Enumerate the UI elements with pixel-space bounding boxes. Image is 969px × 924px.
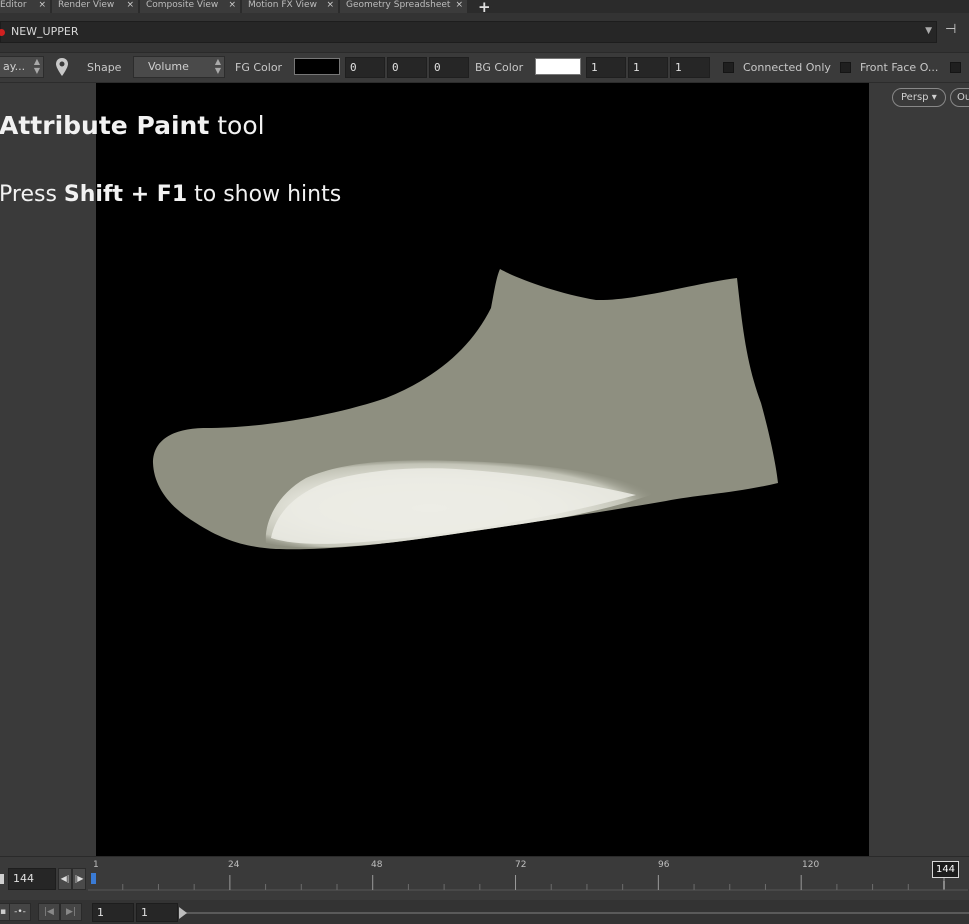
- hint-overlay: Press Shift + F1 to show hints: [0, 182, 341, 207]
- connected-only-checkbox[interactable]: [723, 62, 734, 73]
- tab-label: Editor: [0, 0, 27, 10]
- viewport-right-margin: [869, 83, 969, 856]
- mode-select[interactable]: ay... ▲ ▼: [0, 56, 44, 78]
- range-start-field[interactable]: 1: [92, 903, 134, 922]
- tab-motion-fx-view[interactable]: Motion FX View ×: [242, 0, 338, 13]
- path-bar: NEW_UPPER ▼ ⊣: [0, 13, 969, 53]
- current-frame-marker[interactable]: 144: [932, 861, 959, 878]
- tool-name-bold: Attribute Paint: [0, 111, 210, 140]
- tick-label: 24: [228, 860, 240, 870]
- front-face-checkbox[interactable]: [840, 62, 851, 73]
- node-flag-icon: [0, 29, 5, 36]
- mode-select-value: ay...: [3, 60, 26, 73]
- tab-render-view[interactable]: Render View ×: [52, 0, 138, 13]
- camera-menu-button[interactable]: Persp ▾: [892, 88, 946, 107]
- connected-only-label: Connected Only: [743, 61, 831, 74]
- spinner-icon: ▲ ▼: [214, 57, 221, 75]
- hint-prefix: Press: [0, 182, 64, 207]
- tab-label: Geometry Spreadsheet: [346, 0, 451, 10]
- bg-r-field[interactable]: 1: [586, 57, 626, 78]
- close-icon[interactable]: ×: [228, 0, 236, 10]
- fg-g-field[interactable]: 0: [387, 57, 427, 78]
- range-slider-track[interactable]: [180, 912, 969, 914]
- tick-label: 1: [93, 860, 99, 870]
- tool-name-overlay: Attribute Paint tool: [0, 111, 265, 140]
- playback-range-bar: ▪ -•- |◀ ▶| 1 1: [0, 900, 969, 924]
- close-icon[interactable]: ×: [326, 0, 334, 10]
- range-end-field[interactable]: 1: [136, 903, 178, 922]
- tick-label: 72: [515, 860, 527, 870]
- tick-label: 96: [658, 860, 670, 870]
- tab-label: Composite View: [146, 0, 219, 10]
- shape-select[interactable]: Volume ▲ ▼: [133, 56, 225, 78]
- tab-label: Motion FX View: [248, 0, 317, 10]
- front-face-label: Front Face O...: [860, 61, 939, 74]
- fg-color-label: FG Color: [235, 61, 283, 74]
- bg-b-field[interactable]: 1: [670, 57, 710, 78]
- chevron-down-icon: ▾: [931, 92, 937, 103]
- step-back-button[interactable]: ◀|: [58, 868, 72, 890]
- spinner-icon: ▲ ▼: [33, 57, 40, 75]
- minor-ticks: [122, 875, 945, 890]
- timeline-edge: [0, 874, 4, 884]
- tab-bar: Editor × Render View × Composite View × …: [0, 0, 969, 16]
- tab-editor[interactable]: Editor ×: [0, 0, 50, 13]
- tick-label: 48: [371, 860, 383, 870]
- shape-select-value: Volume: [148, 60, 189, 73]
- tool-options-bar: ay... ▲ ▼ Shape Volume ▲ ▼ FG Color 0 0 0 …: [0, 53, 969, 83]
- extra-checkbox[interactable]: [950, 62, 961, 73]
- path-field[interactable]: NEW_UPPER ▼: [0, 21, 937, 43]
- step-forward-button[interactable]: |▶: [72, 868, 86, 890]
- jump-start-button[interactable]: |◀: [38, 903, 60, 921]
- hint-shortcut: Shift + F1: [63, 182, 188, 207]
- bg-g-field[interactable]: 1: [628, 57, 668, 78]
- frame-ruler[interactable]: [88, 859, 968, 899]
- display-menu-label: Ou: [957, 92, 969, 103]
- fg-color-swatch[interactable]: [294, 58, 340, 75]
- bg-color-label: BG Color: [475, 61, 524, 74]
- fg-r-field[interactable]: 0: [345, 57, 385, 78]
- pin-icon[interactable]: ⊣: [945, 22, 967, 42]
- current-frame-field[interactable]: 144: [8, 868, 56, 890]
- tab-geometry-spreadsheet[interactable]: Geometry Spreadsheet ×: [340, 0, 467, 13]
- timeline: 144 ◀| |▶ 1 24 48 72 96 120 144: [0, 856, 969, 900]
- path-value: NEW_UPPER: [11, 25, 79, 38]
- hint-suffix: to show hints: [187, 182, 342, 207]
- range-slider-handle[interactable]: [179, 907, 187, 919]
- keyframe-toggle[interactable]: -•-: [9, 903, 31, 921]
- chevron-down-icon[interactable]: ▼: [925, 26, 932, 36]
- tab-label: Render View: [58, 0, 115, 10]
- frame-start-indicator: [91, 873, 96, 884]
- tool-name-suffix: tool: [209, 111, 265, 140]
- fg-b-field[interactable]: 0: [429, 57, 469, 78]
- close-icon[interactable]: ×: [455, 0, 463, 10]
- close-icon[interactable]: ×: [126, 0, 134, 10]
- location-pin-icon[interactable]: [55, 57, 69, 77]
- tab-composite-view[interactable]: Composite View ×: [140, 0, 240, 13]
- jump-end-button[interactable]: ▶|: [60, 903, 82, 921]
- bg-color-swatch[interactable]: [535, 58, 581, 75]
- camera-menu-label: Persp: [901, 92, 929, 103]
- tick-label: 120: [802, 860, 820, 870]
- close-icon[interactable]: ×: [38, 0, 46, 10]
- display-menu-button[interactable]: Ou: [950, 88, 969, 107]
- shape-label: Shape: [87, 61, 122, 74]
